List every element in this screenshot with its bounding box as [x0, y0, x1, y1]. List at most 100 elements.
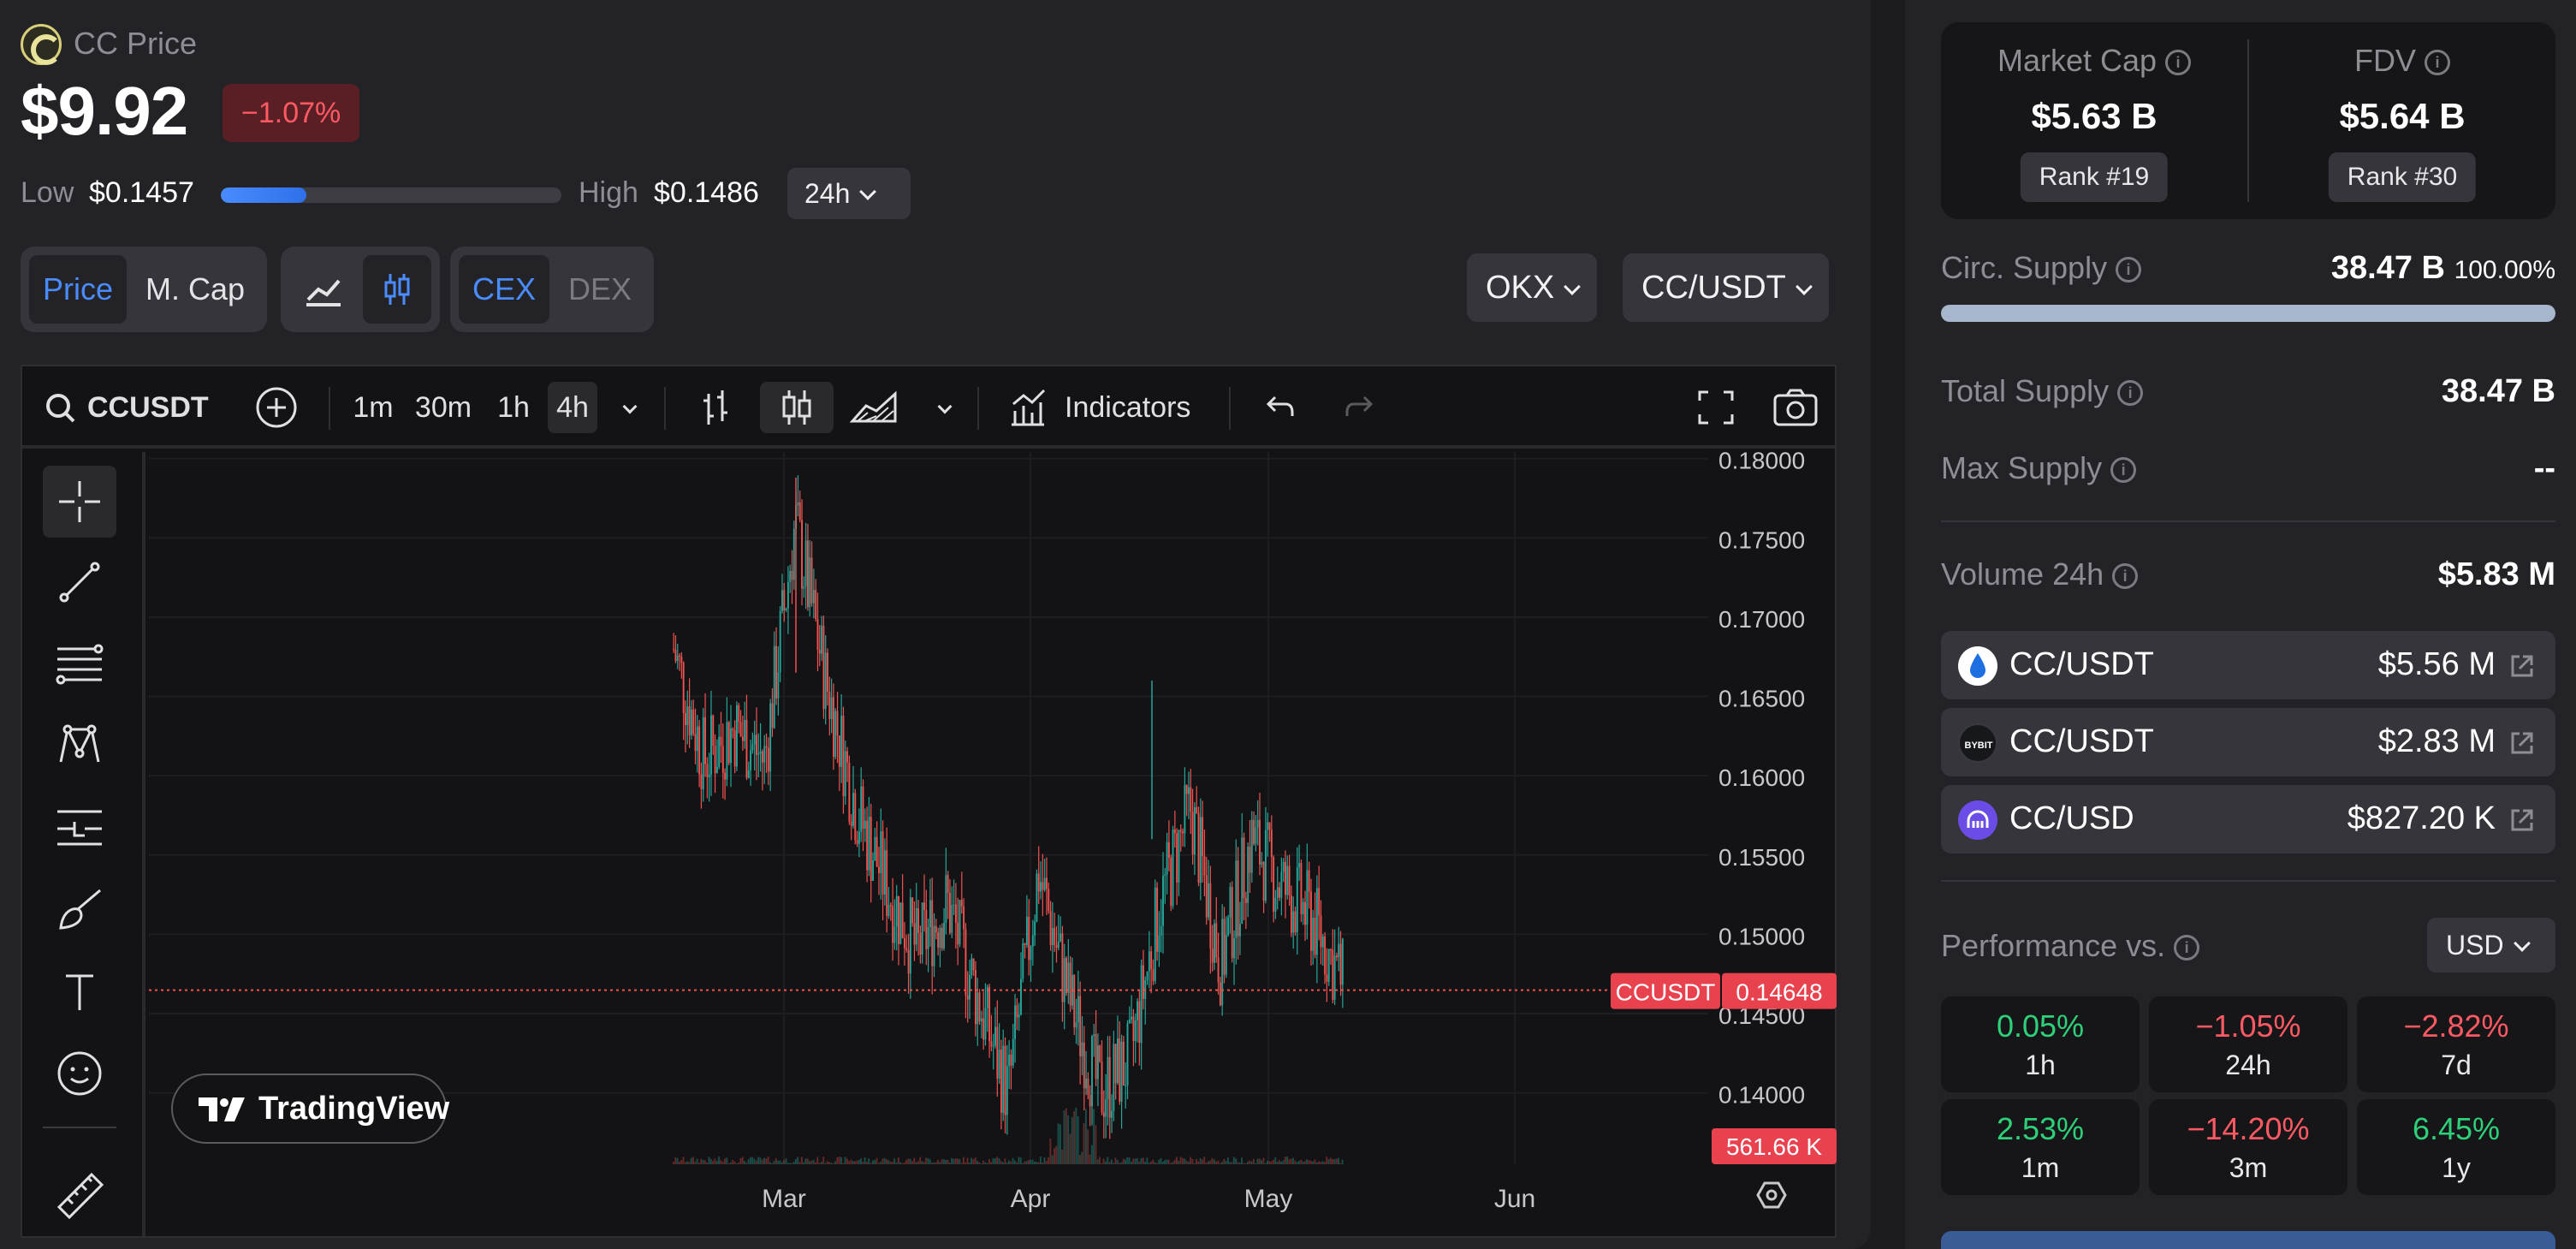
info-icon[interactable]: i — [2117, 380, 2144, 407]
candle-body — [1292, 911, 1295, 933]
volume-bar — [694, 1162, 697, 1164]
text-tool[interactable] — [43, 955, 116, 1027]
interval-4h[interactable]: 4h — [548, 382, 597, 433]
line-chart-toggle[interactable] — [289, 255, 358, 324]
candle-body — [1233, 938, 1235, 959]
compare-add-icon[interactable] — [253, 382, 300, 433]
volume-bar — [797, 1157, 799, 1164]
external-link-icon[interactable] — [2508, 729, 2537, 758]
pair-select[interactable]: CC/USDT — [1623, 253, 1829, 322]
indicators-button[interactable]: Indicators — [1065, 382, 1190, 433]
toggle-dex[interactable]: DEX — [555, 255, 645, 324]
measure-tool[interactable] — [43, 1159, 116, 1231]
tradingview-logo[interactable]: TradingView — [171, 1074, 449, 1144]
candle-body — [931, 900, 934, 966]
pair-row[interactable]: CC/USDT $5.56 M — [1941, 631, 2555, 699]
volume-bar — [1150, 1161, 1152, 1164]
volume-bar — [1048, 1157, 1050, 1164]
performance-value: −14.20% — [2187, 1111, 2310, 1146]
candle-body — [887, 905, 890, 917]
fullscreen-icon[interactable] — [1695, 382, 1737, 433]
info-icon[interactable]: i — [2110, 457, 2137, 484]
candle-body — [1167, 842, 1170, 858]
period-select-label: 24h — [804, 178, 851, 209]
bottom-action-button[interactable] — [1941, 1231, 2555, 1249]
toggle-mcap[interactable]: M. Cap — [132, 255, 258, 324]
volume-bar — [1276, 1162, 1279, 1164]
volume-bar — [673, 1162, 674, 1164]
candle-body — [690, 709, 692, 735]
interval-30m[interactable]: 30m — [409, 382, 478, 433]
interval-dropdown[interactable] — [613, 382, 647, 433]
fib-tool[interactable] — [43, 627, 116, 699]
indicators-icon[interactable] — [1006, 382, 1049, 433]
external-link-icon[interactable] — [2508, 651, 2537, 681]
brush-tool[interactable] — [43, 873, 116, 945]
candle-body — [832, 697, 834, 757]
candle-chart-toggle[interactable] — [363, 255, 431, 324]
candle-body — [1054, 928, 1056, 945]
candle-body — [842, 716, 845, 797]
period-select[interactable]: 24h — [787, 168, 911, 219]
info-icon[interactable]: i — [2112, 563, 2139, 590]
volume-bar — [1073, 1111, 1075, 1164]
info-icon[interactable]: i — [2174, 935, 2200, 961]
symbol-search[interactable]: CCUSDT — [87, 382, 209, 433]
external-link-icon[interactable] — [2508, 806, 2537, 835]
candle-body — [1059, 933, 1062, 942]
candle-body — [704, 717, 706, 764]
candle-body — [1099, 1045, 1101, 1062]
search-icon[interactable] — [41, 382, 79, 433]
chart-type-dropdown[interactable] — [928, 382, 962, 433]
volume-bar — [897, 1157, 899, 1164]
pattern-tool[interactable] — [43, 709, 116, 781]
volume-bar — [860, 1158, 862, 1164]
interval-1m[interactable]: 1m — [347, 382, 399, 433]
candle-body — [1125, 1085, 1127, 1086]
candle-body — [1338, 943, 1340, 958]
info-icon[interactable]: i — [2116, 257, 2142, 283]
volume-bar — [1071, 1116, 1073, 1164]
pair-row[interactable]: BYBIT CC/USDT $2.83 M — [1941, 708, 2555, 776]
area-chart-icon[interactable] — [846, 382, 905, 433]
crosshair-tool[interactable] — [43, 466, 116, 538]
volume-bar — [688, 1162, 691, 1164]
volume-bar — [1207, 1161, 1209, 1164]
candle-body — [1339, 943, 1342, 985]
coin-title: CC Price — [74, 26, 198, 61]
volume-bar — [1166, 1159, 1168, 1164]
candle-body — [763, 746, 766, 763]
bar-chart-icon[interactable] — [691, 382, 739, 433]
info-icon[interactable]: i — [2165, 50, 2192, 76]
circ-supply-value: 38.47 B 100.00% — [2331, 250, 2555, 287]
candle-body — [1270, 830, 1273, 858]
volume-bar — [1178, 1161, 1180, 1164]
volume-bar — [791, 1163, 793, 1164]
info-icon[interactable]: i — [2425, 50, 2450, 76]
undo-icon[interactable] — [1260, 382, 1299, 433]
redo-icon[interactable] — [1340, 382, 1380, 433]
pair-row[interactable]: CC/USD $827.20 K — [1941, 785, 2555, 853]
candle-body — [862, 786, 864, 830]
toggle-cex[interactable]: CEX — [459, 255, 550, 324]
forecast-tool[interactable] — [43, 791, 116, 863]
camera-icon[interactable] — [1770, 382, 1821, 433]
exchange-select[interactable]: OKX — [1467, 253, 1598, 322]
interval-1h[interactable]: 1h — [490, 382, 537, 433]
volume-bar — [1158, 1159, 1160, 1164]
toggle-price[interactable]: Price — [29, 255, 128, 324]
trendline-tool[interactable] — [43, 546, 116, 618]
emoji-tool[interactable] — [43, 1038, 116, 1109]
volume-bar — [1309, 1161, 1312, 1164]
performance-cell-7d: −2.82% 7d — [2357, 996, 2555, 1092]
volume-bar — [1013, 1160, 1016, 1164]
candle-body — [1279, 887, 1281, 898]
candle-style-button[interactable] — [760, 382, 834, 433]
volume-bar — [832, 1163, 834, 1164]
volume-bar — [935, 1162, 937, 1164]
smiley-icon — [57, 1051, 102, 1096]
volume-bar — [810, 1160, 813, 1164]
currency-select[interactable]: USD — [2427, 918, 2555, 972]
candle-body — [1288, 865, 1291, 895]
settings-icon[interactable] — [1756, 1181, 1787, 1209]
